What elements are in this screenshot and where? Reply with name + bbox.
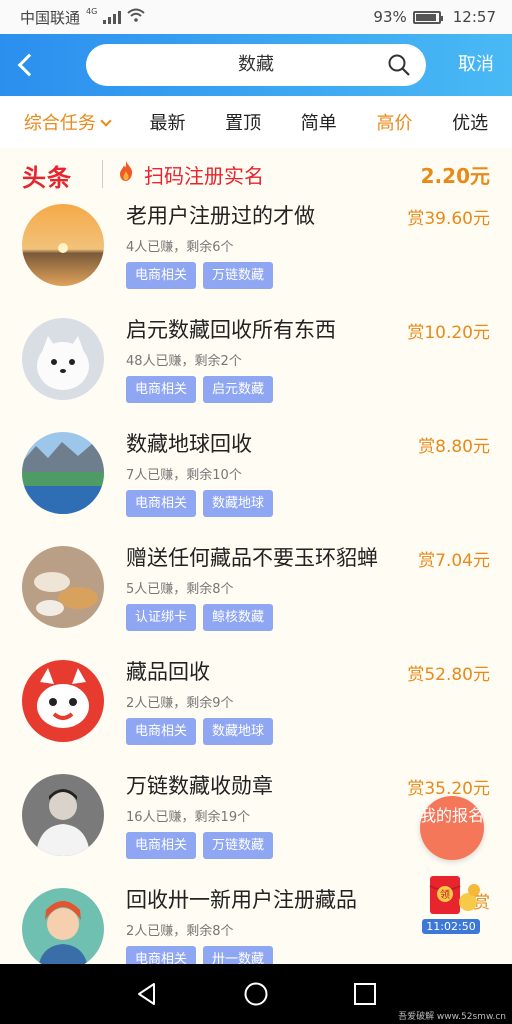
tab-label: 综合任务 [23,113,96,134]
task-stats: 2人已赚，剩余9个 [126,696,234,711]
search-header: 数藏 取消 [0,34,512,96]
list-item[interactable]: 启元数藏回收所有东西 赏10.20元 48人已赚，剩余2个 电商相关 启元数藏 [0,312,512,426]
task-title: 老用户注册过的才做 [126,204,315,228]
task-reward: 赏8.80元 [418,437,490,457]
task-stats: 48人已赚，剩余2个 [126,354,242,369]
brand-logo: 头条 [22,164,72,192]
task-tag: 数藏地球 [203,490,274,517]
signal-icon [103,10,122,24]
task-tag: 认证绑卡 [126,604,197,631]
tab-pinned[interactable]: 置顶 [225,109,261,135]
task-tag: 启元数藏 [203,376,274,403]
task-tag: 电商相关 [126,262,197,289]
task-reward: 赏7.04元 [418,551,490,571]
task-title: 回收卅一新用户注册藏品 [126,888,357,912]
nav-back-icon[interactable] [134,981,160,1007]
task-tag: 电商相关 [126,376,197,403]
avatar [22,660,104,742]
avatar [22,888,104,970]
list-item[interactable]: 赠送任何藏品不要玉环貂蝉 赏7.04元 5人已赚，剩余8个 认证绑卡 鲸核数藏 [0,540,512,654]
search-query: 数藏 [238,54,274,75]
red-envelope-icon: 领 [429,876,480,914]
back-button[interactable] [0,34,50,96]
tab-featured[interactable]: 优选 [452,109,488,135]
task-title: 赠送任何藏品不要玉环貂蝉 [126,546,378,570]
avatar [22,432,104,514]
avatar [22,546,104,628]
task-stats: 5人已赚，剩余8个 [126,582,234,597]
task-tag: 电商相关 [126,718,197,745]
watermark: 吾爱破解 www.52smw.cn [398,1012,506,1022]
cancel-button[interactable]: 取消 [458,34,494,96]
tab-comprehensive[interactable]: 综合任务 [23,109,112,135]
clock: 12:57 [452,8,496,26]
task-reward: 赏39.60元 [407,209,490,229]
my-signup-button[interactable]: 我的报名 [420,796,484,860]
filter-tabs: 综合任务 最新 置顶 简单 高价 优选 [0,96,512,148]
nav-recents-icon[interactable] [352,981,378,1007]
wifi-icon [127,8,145,26]
banner-title: 扫码注册实名 [144,164,264,188]
network-type: 4G [86,6,98,16]
task-reward: 赏10.20元 [407,323,490,343]
fire-icon [120,161,133,181]
search-icon[interactable] [388,54,410,76]
task-title: 启元数藏回收所有东西 [126,318,336,342]
search-input[interactable]: 数藏 [86,44,426,86]
svg-text:领: 领 [440,888,450,901]
task-title: 藏品回收 [126,660,210,684]
task-stats: 16人已赚，剩余19个 [126,810,251,825]
task-tag: 鲸核数藏 [203,604,274,631]
task-tag: 万链数藏 [203,832,274,859]
task-stats: 4人已赚，剩余6个 [126,240,234,255]
avatar [22,318,104,400]
list-item[interactable]: 老用户注册过的才做 赏39.60元 4人已赚，剩余6个 电商相关 万链数藏 [0,198,512,312]
tab-latest[interactable]: 最新 [149,109,185,135]
chevron-down-icon [100,115,112,127]
tab-simple[interactable]: 简单 [301,109,337,135]
task-tag: 数藏地球 [203,718,274,745]
task-title: 数藏地球回收 [126,432,252,456]
top-banner[interactable]: 头条 扫码注册实名 2.20元 [0,152,512,196]
system-nav-bar: 吾爱破解 www.52smw.cn [0,964,512,1024]
task-tag: 万链数藏 [203,262,274,289]
back-arrow-icon [17,53,41,77]
avatar [22,774,104,856]
countdown-timer: 11:02:50 [422,919,480,934]
banner-price: 2.20元 [420,164,490,188]
list-item[interactable]: 藏品回收 赏52.80元 2人已赚，剩余9个 电商相关 数藏地球 [0,654,512,768]
task-title: 万链数藏收勋章 [126,774,273,798]
list-item[interactable]: 数藏地球回收 赏8.80元 7人已赚，剩余10个 电商相关 数藏地球 [0,426,512,540]
task-reward: 赏52.80元 [407,665,490,685]
red-envelope-button[interactable]: 领 11:02:50 [420,872,484,936]
task-stats: 2人已赚，剩余8个 [126,924,234,939]
carrier-name: 中国联通 [20,8,81,27]
task-stats: 7人已赚，剩余10个 [126,468,242,483]
battery-icon [412,10,443,24]
divider [102,160,103,188]
tab-high-price[interactable]: 高价 [376,109,412,135]
task-tag: 电商相关 [126,832,197,859]
avatar [22,204,104,286]
task-tag: 电商相关 [126,490,197,517]
status-bar: 中国联通 4G 93% 12:57 [0,0,512,34]
nav-home-icon[interactable] [243,981,269,1007]
battery-percent: 93% [373,8,407,26]
